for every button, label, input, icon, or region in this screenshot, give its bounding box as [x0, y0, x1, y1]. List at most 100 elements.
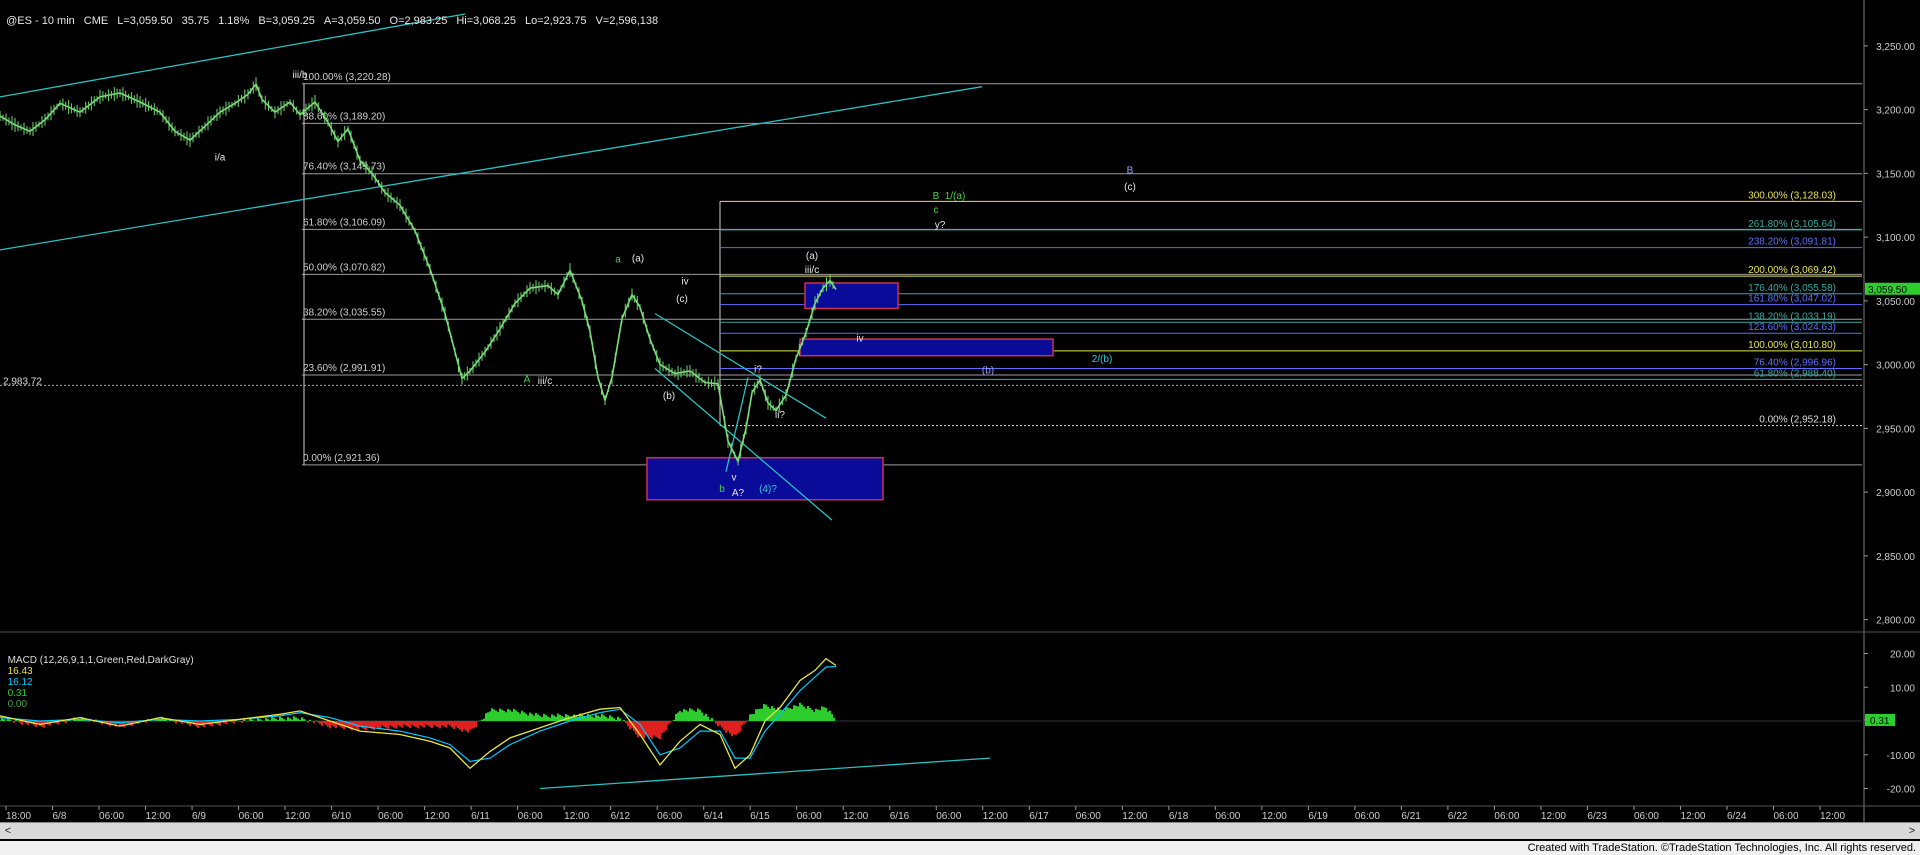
symbol-label: @ES - 10 min [6, 15, 75, 27]
x-tick-label: 6/14 [704, 811, 724, 822]
wave-label: (a) [632, 253, 644, 264]
wave-label: i? [754, 364, 762, 375]
x-tick-label: 6/9 [192, 811, 206, 822]
exchange-label: CME [83, 15, 109, 27]
reference-price-label: 2,983.72 [3, 376, 42, 387]
x-tick-label: 06:00 [518, 811, 543, 822]
x-tick-label: 12:00 [983, 811, 1008, 822]
fib-extension-label: 0.00% (2,952.18) [1759, 415, 1836, 426]
x-tick-label: 12:00 [1262, 811, 1287, 822]
wave-label: ii? [775, 410, 785, 421]
wave-label: (c) [676, 294, 688, 305]
fib-extension-label: 100.00% (3,010.80) [1748, 340, 1836, 351]
y-tick-label: 2,900.00 [1876, 488, 1915, 499]
x-tick-label: 6/15 [750, 811, 770, 822]
x-tick-label: 06:00 [1634, 811, 1659, 822]
wave-label: B [1127, 165, 1134, 176]
fib-extension-label: 138.20% (3,033.19) [1748, 311, 1836, 322]
x-tick-label: 06:00 [1494, 811, 1519, 822]
x-tick-label: 06:00 [99, 811, 124, 822]
wave-label: (b) [982, 366, 994, 377]
x-tick-label: 06:00 [1076, 811, 1101, 822]
wave-label: (4)? [759, 484, 777, 495]
macd-y-tick-label: 20.00 [1890, 650, 1915, 661]
macd-zero-value: 0.00 [7, 699, 28, 710]
macd-hist-value: 0.31 [7, 688, 28, 699]
x-tick-label: 06:00 [657, 811, 682, 822]
copyright-footer: Created with TradeStation. ©TradeStation… [1527, 842, 1916, 854]
wave-label: c [934, 205, 939, 216]
x-tick-label: 12:00 [1820, 811, 1845, 822]
fib-level-label: 50.00% (3,070.82) [303, 262, 385, 273]
fib-extension-label: 200.00% (3,069.42) [1748, 265, 1836, 276]
fib-extension-label: 238.20% (3,091.81) [1748, 237, 1836, 248]
x-tick-label: 12:00 [564, 811, 589, 822]
wave-label: iv [856, 334, 863, 345]
wave-label: b [719, 484, 725, 495]
fib-extension-label: 300.00% (3,128.03) [1748, 190, 1836, 201]
x-tick-label: 6/12 [611, 811, 631, 822]
last-price-tag-label: 3,059.50 [1868, 285, 1907, 296]
wave-label: iii/c [538, 376, 552, 387]
y-tick-label: 2,950.00 [1876, 424, 1915, 435]
macd-y-tick-label: 10.00 [1890, 683, 1915, 694]
y-tick-label: 3,250.00 [1876, 42, 1915, 53]
x-tick-label: 6/19 [1308, 811, 1328, 822]
y-tick-label: 3,050.00 [1876, 297, 1915, 308]
macd-y-tick-label: -20.00 [1887, 785, 1916, 796]
price-chart[interactable]: 100.00% (3,220.28) 88.60% (3,189.20) 76.40… [0, 0, 1920, 855]
macd-value: 16.43 [7, 666, 33, 677]
x-tick-label: 18:00 [6, 811, 31, 822]
y-tick-label: 2,800.00 [1876, 616, 1915, 627]
x-tick-label: 06:00 [239, 811, 264, 822]
x-tick-label: 6/23 [1587, 811, 1607, 822]
x-tick-label: 12:00 [843, 811, 868, 822]
x-tick-label: 6/18 [1169, 811, 1189, 822]
low: Lo=2,923.75 [524, 15, 587, 27]
y-tick-label: 3,000.00 [1876, 361, 1915, 372]
wave-label: y? [935, 220, 946, 231]
x-tick-label: 12:00 [285, 811, 310, 822]
scroll-right-arrow-icon[interactable]: > [1904, 823, 1920, 839]
fib-level-label: 61.80% (3,106.09) [303, 217, 385, 228]
volume: V=2,596,138 [595, 15, 659, 27]
x-tick-label: 06:00 [1773, 811, 1798, 822]
fib-extension-label: 123.60% (3,024.63) [1748, 322, 1836, 333]
last-price: L=3,059.50 [117, 15, 173, 27]
x-tick-label: 12:00 [146, 811, 171, 822]
chart-header: @ES - 10 min CME L=3,059.50 35.75 1.18% B=3,0… [0, 3, 667, 27]
macd-y-tick-label: -10.00 [1887, 751, 1916, 762]
fib-extension-label: 161.80% (3,047.02) [1748, 294, 1836, 305]
x-tick-label: 6/11 [471, 811, 490, 822]
fib-level-label: 38.20% (3,035.55) [303, 307, 385, 318]
x-tick-label: 6/22 [1448, 811, 1468, 822]
wave-label: iv [681, 276, 688, 287]
open: O=2,983.25 [389, 15, 448, 27]
scroll-left-arrow-icon[interactable]: < [0, 823, 16, 839]
macd-header: MACD (12,26,9,1,1,Green,Red,DarkGray) 16… [2, 644, 194, 710]
y-tick-label: 3,150.00 [1876, 169, 1915, 180]
x-tick-label: 6/21 [1401, 811, 1421, 822]
fib-level-label: 23.60% (2,991.91) [303, 363, 385, 374]
x-tick-label: 6/16 [890, 811, 910, 822]
x-tick-label: 6/24 [1727, 811, 1747, 822]
wave-label: iii/b [292, 70, 307, 81]
fib-extension-label: 61.80% (2,988.40) [1754, 368, 1836, 379]
wave-label: (a) [806, 251, 818, 262]
macd-signal-value: 16.12 [7, 677, 33, 688]
x-tick-label: 6/17 [1029, 811, 1049, 822]
horizontal-scrollbar[interactable]: < > [0, 822, 1920, 839]
x-tick-label: 6/10 [332, 811, 352, 822]
pct-change: 1.18% [218, 15, 250, 27]
fib-level-label: 100.00% (3,220.28) [303, 72, 391, 83]
x-tick-label: 06:00 [378, 811, 403, 822]
fib-level-label: 0.00% (2,921.36) [303, 453, 380, 464]
wave-label: a [615, 255, 621, 266]
fib-level-label: 88.60% (3,189.20) [303, 111, 385, 122]
wave-label: B [933, 191, 940, 202]
x-tick-label: 12:00 [1122, 811, 1147, 822]
x-tick-label: 12:00 [1680, 811, 1705, 822]
macd-name: MACD (12,26,9,1,1,Green,Red,DarkGray) [7, 655, 194, 666]
target-box-mid [799, 338, 1054, 357]
x-tick-label: 06:00 [936, 811, 961, 822]
